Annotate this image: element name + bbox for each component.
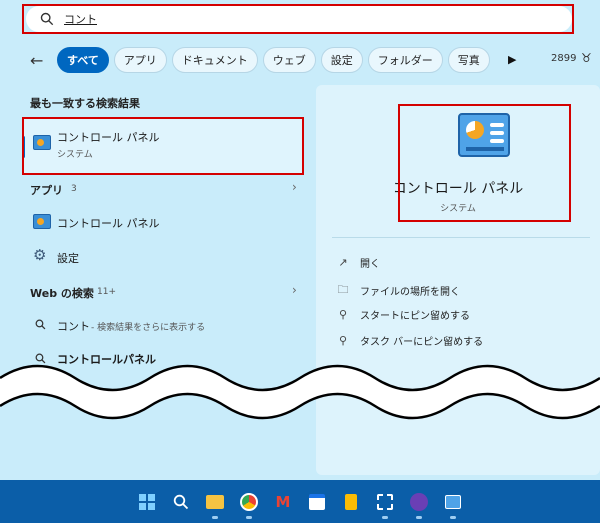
search-icon xyxy=(35,319,46,330)
action-label: タスク バーにピン留めする xyxy=(360,337,484,348)
tab-apps[interactable]: アプリ xyxy=(113,47,167,73)
rewards-points: 2899 xyxy=(551,53,577,64)
action-label: 開く xyxy=(360,259,380,270)
detail-title: コントロール パネル xyxy=(392,181,524,197)
taskbar: M xyxy=(0,480,600,523)
control-panel-icon xyxy=(458,113,510,157)
search-input[interactable]: コント xyxy=(64,11,97,27)
selection-indicator xyxy=(22,136,25,158)
pin-icon: ⚲ xyxy=(338,334,348,347)
control-panel-icon xyxy=(33,214,51,229)
windows-start-icon[interactable] xyxy=(134,489,160,515)
detail-subtitle: システム xyxy=(440,204,476,214)
action-label: ファイルの場所を開く xyxy=(360,287,460,298)
tab-folders[interactable]: フォルダー xyxy=(367,47,443,73)
divider xyxy=(332,237,590,238)
tab-settings[interactable]: 設定 xyxy=(320,47,363,73)
search-box[interactable]: コント xyxy=(26,6,572,32)
best-match-item[interactable] xyxy=(22,118,304,174)
pin-icon: ⚲ xyxy=(338,308,348,321)
tab-photos[interactable]: 写真 xyxy=(447,47,490,73)
control-panel-icon xyxy=(33,135,51,150)
apps-count: 3 xyxy=(71,184,77,194)
gmail-icon[interactable]: M xyxy=(270,489,296,515)
action-open[interactable]: ↗ 開く xyxy=(336,255,380,270)
search-icon[interactable] xyxy=(168,489,194,515)
back-arrow-icon[interactable]: ← xyxy=(30,51,43,70)
web-search-heading: Web の検索 xyxy=(30,287,94,300)
app-item-control-panel[interactable]: コントロール パネル xyxy=(57,215,160,231)
file-explorer-icon[interactable] xyxy=(202,489,228,519)
web-result-query[interactable]: コント xyxy=(57,318,90,334)
apps-heading: アプリ xyxy=(30,184,63,197)
chevron-right-icon[interactable]: › xyxy=(292,180,297,194)
gear-icon: ⚙ xyxy=(33,246,47,264)
web-result-hint: - 検索結果をさらに表示する xyxy=(91,323,206,333)
tab-all[interactable]: すべて xyxy=(57,47,109,73)
action-open-file-location[interactable]: 🗀 ファイルの場所を開く xyxy=(336,281,461,300)
action-label: スタートにピン留めする xyxy=(360,311,470,322)
best-match-subtitle: システム xyxy=(57,150,93,160)
tab-documents[interactable]: ドキュメント xyxy=(171,47,258,73)
chrome-icon[interactable] xyxy=(236,489,262,519)
rewards-icon[interactable]: ♉ xyxy=(581,51,592,65)
start-search-panel: コント ← すべて アプリ ドキュメント ウェブ 設定 フォルダー 写真 ▶ 2… xyxy=(0,0,600,480)
open-external-icon: ↗ xyxy=(338,256,348,269)
keep-icon[interactable] xyxy=(338,489,364,515)
folder-icon: 🗀 xyxy=(337,283,349,296)
more-tabs-icon[interactable]: ▶ xyxy=(508,53,516,66)
snipping-tool-icon[interactable] xyxy=(372,489,398,519)
app-item-settings[interactable]: 設定 xyxy=(57,250,79,266)
chevron-right-icon[interactable]: › xyxy=(292,283,297,297)
image-cut-wave xyxy=(0,364,600,420)
filter-tabs: すべて アプリ ドキュメント ウェブ 設定 フォルダー 写真 xyxy=(57,47,490,73)
search-icon xyxy=(40,12,54,26)
action-pin-to-taskbar[interactable]: ⚲ タスク バーにピン留めする xyxy=(336,333,483,348)
tab-web[interactable]: ウェブ xyxy=(262,47,316,73)
best-match-heading: 最も一致する検索結果 xyxy=(30,97,140,110)
app-icon[interactable] xyxy=(406,489,432,519)
calendar-icon[interactable] xyxy=(304,489,330,515)
action-pin-to-start[interactable]: ⚲ スタートにピン留めする xyxy=(336,307,470,322)
web-count: 11+ xyxy=(97,287,116,297)
control-panel-icon[interactable] xyxy=(440,489,466,519)
best-match-title: コントロール パネル xyxy=(57,131,160,144)
